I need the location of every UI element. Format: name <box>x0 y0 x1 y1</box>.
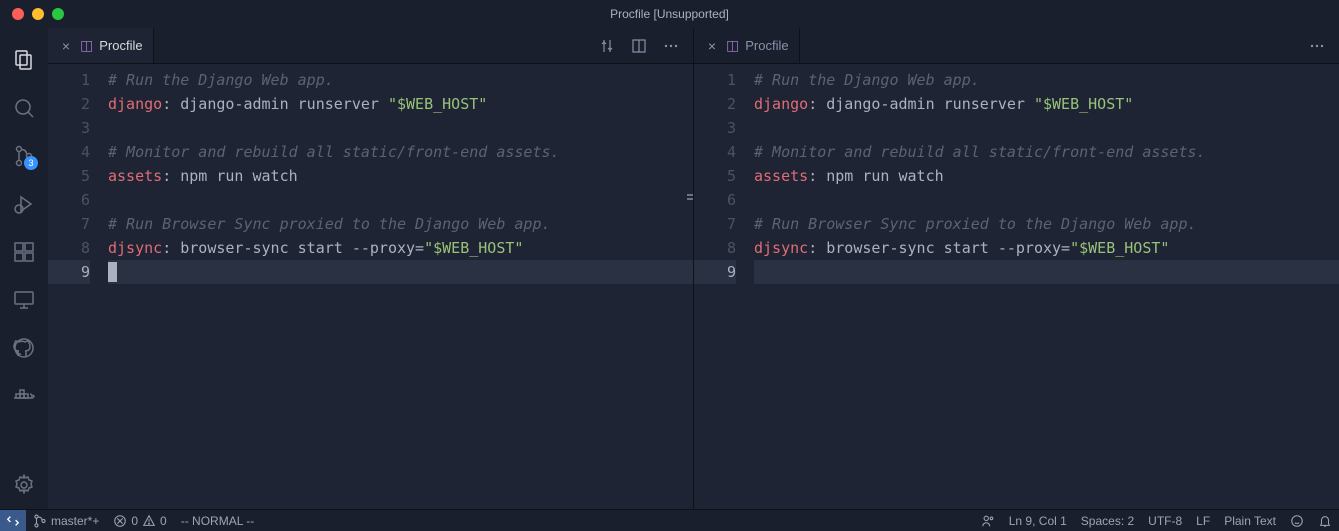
file-icon: ◫ <box>80 37 93 54</box>
code-content[interactable]: # Run the Django Web app. django: django… <box>108 64 693 509</box>
encoding-status[interactable]: UTF-8 <box>1141 510 1189 531</box>
minimize-window-button[interactable] <box>32 8 44 20</box>
git-branch-status[interactable]: master*+ <box>26 510 106 531</box>
vim-mode-status: -- NORMAL -- <box>174 510 262 531</box>
code-editor-right[interactable]: 1 2 3 4 5 6 7 8 9 # Run the Django Web a… <box>694 64 1339 509</box>
problems-status[interactable]: 0 0 <box>106 510 173 531</box>
notifications-icon[interactable] <box>1311 510 1339 531</box>
extensions-icon[interactable] <box>0 228 48 276</box>
search-icon[interactable] <box>0 84 48 132</box>
eol-status[interactable]: LF <box>1189 510 1217 531</box>
tab-procfile-left[interactable]: × ◫ Procfile <box>48 28 154 63</box>
window-controls <box>0 8 64 20</box>
github-icon[interactable] <box>0 324 48 372</box>
line-gutter: 1 2 3 4 5 6 7 8 9 <box>694 64 754 509</box>
settings-gear-icon[interactable] <box>0 461 48 509</box>
tab-close-icon[interactable]: × <box>704 38 720 54</box>
docker-icon[interactable] <box>0 372 48 420</box>
more-actions-icon[interactable] <box>1303 32 1331 60</box>
tabs-row-left: × ◫ Procfile <box>48 28 693 64</box>
editor-group-right: × ◫ Procfile 1 2 3 4 5 6 <box>693 28 1339 509</box>
maximize-window-button[interactable] <box>52 8 64 20</box>
remote-indicator[interactable] <box>0 510 26 531</box>
scm-badge: 3 <box>24 156 38 170</box>
live-share-icon[interactable] <box>974 510 1002 531</box>
remote-explorer-icon[interactable] <box>0 276 48 324</box>
minimap-indicator <box>687 194 693 200</box>
more-actions-icon[interactable] <box>657 32 685 60</box>
split-editor-icon[interactable] <box>625 32 653 60</box>
compare-changes-icon[interactable] <box>593 32 621 60</box>
indentation-status[interactable]: Spaces: 2 <box>1074 510 1141 531</box>
tab-label: Procfile <box>99 38 142 53</box>
status-bar: master*+ 0 0 -- NORMAL -- Ln 9, Col 1 Sp… <box>0 509 1339 531</box>
line-gutter: 1 2 3 4 5 6 7 8 9 <box>48 64 108 509</box>
close-window-button[interactable] <box>12 8 24 20</box>
editor-group-left: × ◫ Procfile 1 <box>48 28 693 509</box>
file-icon: ◫ <box>726 37 739 54</box>
cursor-position-status[interactable]: Ln 9, Col 1 <box>1002 510 1074 531</box>
cursor <box>108 262 117 282</box>
code-content[interactable]: # Run the Django Web app. django: django… <box>754 64 1339 509</box>
source-control-icon[interactable]: 3 <box>0 132 48 180</box>
language-mode-status[interactable]: Plain Text <box>1217 510 1283 531</box>
tab-procfile-right[interactable]: × ◫ Procfile <box>694 28 800 63</box>
feedback-icon[interactable] <box>1283 510 1311 531</box>
window-title: Procfile [Unsupported] <box>610 7 729 21</box>
tab-label: Procfile <box>745 38 788 53</box>
activity-bar: 3 <box>0 28 48 509</box>
titlebar: Procfile [Unsupported] <box>0 0 1339 28</box>
explorer-icon[interactable] <box>0 36 48 84</box>
editor-area: × ◫ Procfile 1 <box>48 28 1339 509</box>
code-editor-left[interactable]: 1 2 3 4 5 6 7 8 9 # Run the Django Web a… <box>48 64 693 509</box>
debug-icon[interactable] <box>0 180 48 228</box>
tabs-row-right: × ◫ Procfile <box>694 28 1339 64</box>
tab-close-icon[interactable]: × <box>58 38 74 54</box>
branch-name: master*+ <box>51 514 99 528</box>
